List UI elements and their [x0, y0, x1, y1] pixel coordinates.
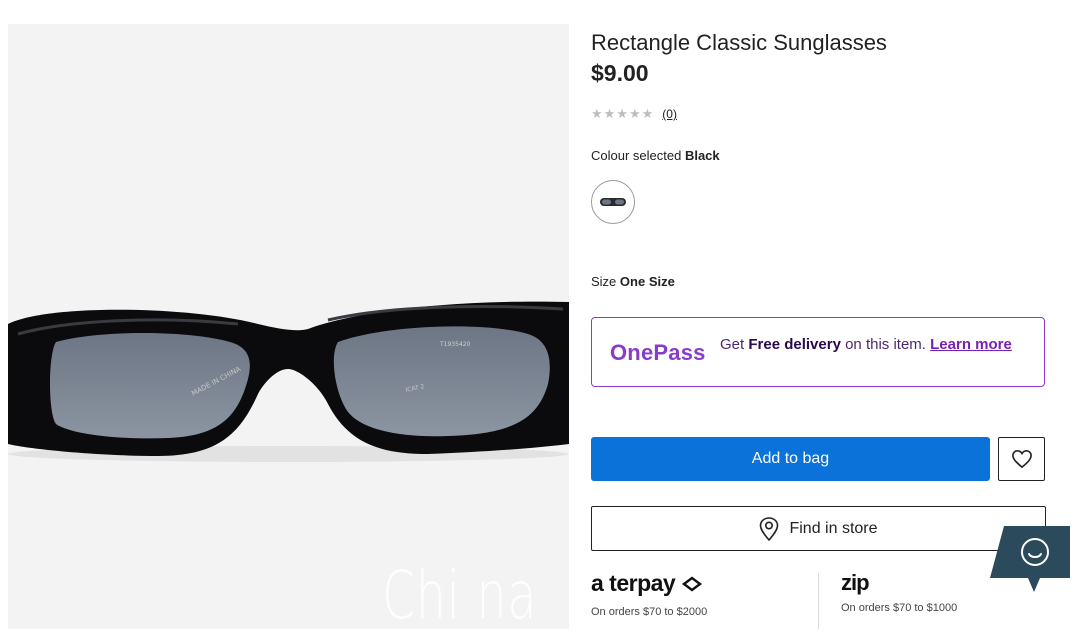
- sunglasses-illustration: MADE IN CHINA ICAT 2 T1935420: [8, 301, 569, 462]
- rating: ★★★★★ (0): [591, 106, 677, 122]
- size-value: One Size: [619, 274, 675, 289]
- colour-value: Black: [684, 148, 720, 163]
- payment-divider: [818, 573, 819, 629]
- lens-print: T1935420: [439, 341, 471, 348]
- afterpay-note: On orders $70 to $2000: [591, 606, 708, 618]
- product-image[interactable]: MADE IN CHINA ICAT 2 T1935420: [8, 24, 569, 629]
- sunglasses-swatch-icon: [600, 198, 626, 206]
- onepass-text-prefix: Get: [720, 336, 745, 353]
- wishlist-button[interactable]: [998, 437, 1045, 481]
- onepass-text-bold: Free delivery: [748, 336, 841, 353]
- afterpay-logo-text: a terpay: [591, 570, 676, 596]
- colour-selected: Colour selected Black: [591, 148, 720, 163]
- star-rating-icon: ★★★★★: [591, 106, 655, 121]
- colour-swatch-black[interactable]: [591, 180, 635, 224]
- add-to-bag-button[interactable]: Add to bag: [591, 437, 990, 481]
- onepass-learn-more-link[interactable]: Learn more: [930, 336, 1012, 353]
- onepass-logo: OnePass: [610, 340, 706, 365]
- watermark: Chi na: [382, 557, 538, 634]
- find-in-store-label: Find in store: [789, 519, 878, 537]
- afterpay-arrows-icon: [682, 576, 703, 592]
- afterpay-info[interactable]: a terpay On orders $70 to $2000: [591, 570, 811, 629]
- chat-widget-button[interactable]: [990, 526, 1070, 596]
- onepass-message: Get Free delivery on this item. Learn mo…: [720, 336, 1020, 353]
- heart-icon: [1011, 449, 1032, 469]
- product-price: $9.00: [591, 60, 649, 86]
- afterpay-logo: a terpay: [591, 570, 811, 597]
- location-pin-icon: [760, 516, 779, 541]
- review-count-link[interactable]: (0): [662, 107, 677, 121]
- zip-note: On orders $70 to $1000: [841, 602, 958, 614]
- find-in-store-button[interactable]: Find in store: [591, 506, 1046, 551]
- onepass-banner: OnePass Get Free delivery on this item. …: [591, 317, 1045, 387]
- chat-smile-icon: [990, 526, 1070, 592]
- size-selected: Size One Size: [591, 274, 675, 289]
- size-label: Size: [591, 274, 617, 289]
- onepass-text-suffix: on this item.: [845, 336, 926, 353]
- product-title: Rectangle Classic Sunglasses: [591, 30, 887, 55]
- colour-label: Colour selected: [591, 148, 682, 163]
